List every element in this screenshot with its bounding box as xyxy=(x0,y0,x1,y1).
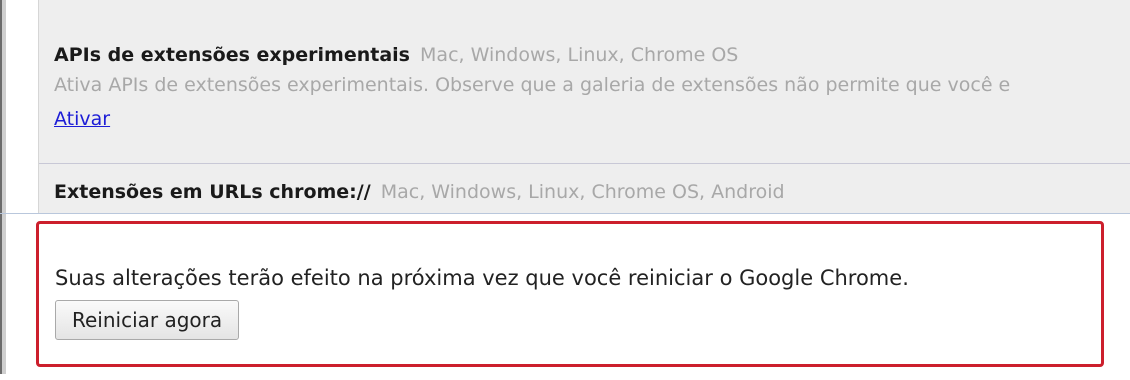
enable-link[interactable]: Ativar xyxy=(54,106,110,132)
window-left-border xyxy=(0,0,6,380)
experiment-title-row: Extensões em URLs chrome:// Mac, Windows… xyxy=(54,179,1130,205)
restart-notice-panel: Suas alterações terão efeito na próxima … xyxy=(36,221,1104,367)
experiment-name: APIs de extensões experimentais xyxy=(54,44,410,66)
experiment-name: Extensões em URLs chrome:// xyxy=(54,181,371,203)
experiment-platforms: Mac, Windows, Linux, Chrome OS, Android xyxy=(380,181,785,203)
chrome-flags-page: APIs de extensões experimentais Mac, Win… xyxy=(0,0,1130,380)
experiment-item-experimental-extension-apis: APIs de extensões experimentais Mac, Win… xyxy=(39,0,1130,164)
bottom-strip xyxy=(0,374,1130,380)
experiment-title-row: APIs de extensões experimentais Mac, Win… xyxy=(54,42,1130,68)
experiment-platforms: Mac, Windows, Linux, Chrome OS xyxy=(420,44,739,66)
experiment-item-extensions-on-chrome-urls: Extensões em URLs chrome:// Mac, Windows… xyxy=(39,165,1130,213)
restart-message: Suas alterações terão efeito na próxima … xyxy=(55,266,909,290)
experiments-list: APIs de extensões experimentais Mac, Win… xyxy=(38,0,1130,213)
section-divider xyxy=(0,213,1130,214)
experiment-description: Ativa APIs de extensões experimentais. O… xyxy=(54,74,1011,96)
restart-now-button[interactable]: Reiniciar agora xyxy=(55,300,240,340)
